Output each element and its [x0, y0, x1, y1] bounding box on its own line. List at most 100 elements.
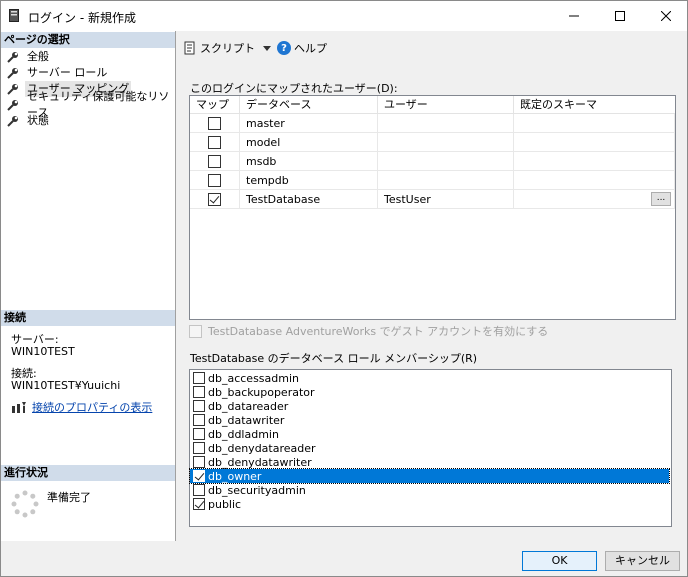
column-header-schema[interactable]: 既定のスキーマ — [514, 96, 675, 113]
list-item[interactable]: db_securityadmin — [190, 483, 671, 497]
role-checkbox[interactable] — [193, 498, 205, 510]
column-header-user[interactable]: ユーザー — [378, 96, 514, 113]
toolbar: スクリプト ? ヘルプ — [183, 39, 333, 57]
view-connection-properties-link[interactable]: 接続のプロパティの表示 — [32, 399, 152, 415]
role-name: db_datareader — [208, 399, 289, 413]
schema-cell[interactable] — [514, 171, 675, 189]
role-checkbox[interactable] — [193, 470, 205, 482]
nav-item-general[interactable]: 全般 — [1, 49, 175, 65]
role-checkbox[interactable] — [193, 400, 205, 412]
schema-cell[interactable]: ... — [514, 190, 675, 208]
table-row[interactable]: TestDatabase TestUser ... — [190, 190, 675, 209]
list-item[interactable]: db_accessadmin — [190, 371, 671, 385]
maximize-icon — [615, 11, 625, 21]
help-label: ヘルプ — [294, 42, 327, 55]
table-row[interactable]: master — [190, 114, 675, 133]
list-item[interactable]: db_owner — [189, 468, 670, 484]
list-item[interactable]: db_datawriter — [190, 413, 671, 427]
role-checkbox[interactable] — [193, 414, 205, 426]
connection-header: 接続 — [1, 310, 175, 326]
schema-cell[interactable] — [514, 133, 675, 151]
table-row[interactable]: msdb — [190, 152, 675, 171]
close-icon — [661, 11, 671, 21]
role-membership-label: TestDatabase のデータベース ロール メンバーシップ(R) — [190, 352, 478, 365]
list-item[interactable]: db_denydatareader — [190, 441, 671, 455]
role-checkbox[interactable] — [193, 372, 205, 384]
maximize-button[interactable] — [597, 1, 643, 31]
role-checkbox[interactable] — [193, 428, 205, 440]
server-icon — [9, 9, 19, 22]
map-checkbox[interactable] — [208, 116, 221, 130]
database-cell: tempdb — [240, 171, 378, 189]
database-cell: model — [240, 133, 378, 151]
guest-account-label: TestDatabase AdventureWorks でゲスト アカウントを有… — [208, 325, 549, 338]
list-item[interactable]: public — [190, 497, 671, 511]
user-mapping-label: このログインにマップされたユーザー(D): — [190, 82, 398, 95]
role-name: db_denydatawriter — [208, 455, 312, 469]
role-membership-list: db_accessadmin db_backupoperator db_data… — [189, 369, 672, 527]
list-item[interactable]: db_ddladmin — [190, 427, 671, 441]
help-icon: ? — [277, 41, 291, 55]
user-mapping-grid: マップ データベース ユーザー 既定のスキーマ master model msd… — [189, 95, 676, 320]
nav-item-label: 全般 — [27, 50, 49, 63]
table-row[interactable]: tempdb — [190, 171, 675, 190]
map-checkbox[interactable] — [208, 173, 221, 187]
role-name: db_denydatareader — [208, 441, 316, 455]
close-button[interactable] — [643, 1, 688, 31]
map-checkbox[interactable] — [208, 135, 221, 149]
cancel-button[interactable]: キャンセル — [605, 551, 680, 571]
list-item[interactable]: db_backupoperator — [190, 385, 671, 399]
browse-schema-button[interactable]: ... — [651, 192, 671, 206]
wrench-icon — [7, 68, 18, 79]
login-new-dialog: ログイン - 新規作成 ページの選択 全般 サーバー ロール ユーザー マッピン… — [0, 0, 688, 577]
user-cell[interactable] — [378, 171, 514, 189]
map-checkbox[interactable] — [208, 154, 221, 168]
list-item[interactable]: db_denydatawriter — [190, 455, 671, 469]
help-button[interactable]: ? ヘルプ — [277, 40, 327, 56]
list-item[interactable]: db_datareader — [190, 399, 671, 413]
progress-status: 準備完了 — [47, 491, 91, 504]
user-cell[interactable] — [378, 152, 514, 170]
connection-value: WIN10TEST¥Yuuichi — [11, 379, 121, 392]
server-value: WIN10TEST — [11, 345, 75, 358]
role-checkbox[interactable] — [193, 456, 205, 468]
database-cell: msdb — [240, 152, 378, 170]
ok-button[interactable]: OK — [522, 551, 597, 571]
role-checkbox[interactable] — [193, 386, 205, 398]
user-cell[interactable] — [378, 114, 514, 132]
left-pane: ページの選択 全般 サーバー ロール ユーザー マッピング セキュリティ保護可能… — [1, 31, 176, 541]
map-checkbox[interactable] — [208, 192, 221, 206]
minimize-button[interactable] — [551, 1, 597, 31]
wrench-icon — [7, 116, 18, 127]
connection-properties: 接続のプロパティの表示 — [11, 399, 152, 415]
chevron-down-icon[interactable] — [263, 45, 271, 51]
role-checkbox[interactable] — [193, 484, 205, 496]
wrench-icon — [7, 84, 18, 95]
map-cell — [190, 114, 240, 132]
column-header-database[interactable]: データベース — [240, 96, 378, 113]
map-cell — [190, 171, 240, 189]
table-row[interactable]: model — [190, 133, 675, 152]
schema-cell[interactable] — [514, 152, 675, 170]
server-info: サーバー: WIN10TEST — [11, 334, 75, 358]
script-label: スクリプト — [200, 42, 255, 55]
role-name: db_datawriter — [208, 413, 285, 427]
user-cell[interactable]: TestUser — [378, 190, 514, 208]
progress-spinner-icon — [11, 490, 39, 518]
role-name: db_owner — [208, 469, 262, 483]
wrench-icon — [7, 100, 18, 111]
nav-item-label: サーバー ロール — [27, 66, 108, 79]
map-cell — [190, 152, 240, 170]
role-name: db_securityadmin — [208, 483, 306, 497]
script-button[interactable]: スクリプト — [183, 40, 271, 56]
guest-account-checkbox[interactable] — [189, 324, 202, 338]
user-cell[interactable] — [378, 133, 514, 151]
page-nav: 全般 サーバー ロール ユーザー マッピング セキュリティ保護可能なリソース 状… — [1, 49, 175, 129]
column-header-map[interactable]: マップ — [190, 96, 240, 113]
nav-item-securables[interactable]: セキュリティ保護可能なリソース — [1, 90, 175, 119]
schema-cell[interactable] — [514, 114, 675, 132]
guest-account-option: TestDatabase AdventureWorks でゲスト アカウントを有… — [189, 323, 548, 339]
nav-item-server-roles[interactable]: サーバー ロール — [1, 65, 175, 81]
nav-item-label: 状態 — [27, 114, 49, 127]
role-checkbox[interactable] — [193, 442, 205, 454]
